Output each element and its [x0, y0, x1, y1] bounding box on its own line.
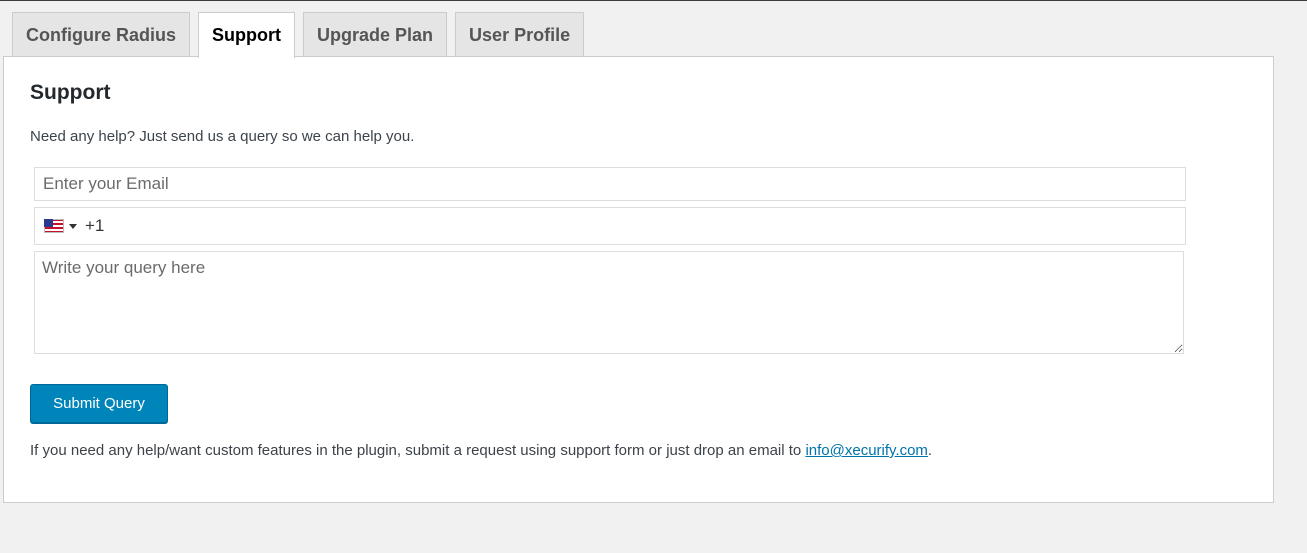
email-field[interactable]: [34, 167, 1186, 201]
page-title: Support: [30, 81, 111, 104]
query-textarea[interactable]: [34, 251, 1184, 354]
top-divider: [0, 0, 1307, 1]
support-description: Need any help? Just send us a query so w…: [30, 128, 415, 145]
support-footer-note: If you need any help/want custom feature…: [30, 442, 932, 459]
tab-configure-radius[interactable]: Configure Radius: [12, 12, 191, 57]
submit-query-button[interactable]: Submit Query: [30, 384, 168, 423]
support-panel: Support Need any help? Just send us a qu…: [3, 56, 1274, 503]
tab-support[interactable]: Support: [198, 12, 296, 58]
country-code-dropdown[interactable]: [35, 208, 77, 244]
support-email-link[interactable]: info@xecurify.com: [805, 442, 927, 459]
caret-down-icon: [69, 223, 77, 229]
tab-upgrade-plan[interactable]: Upgrade Plan: [303, 12, 448, 57]
phone-field: [34, 207, 1186, 245]
us-flag-icon: [44, 219, 64, 233]
footer-text: If you need any help/want custom feature…: [30, 442, 806, 459]
footer-period: .: [927, 442, 933, 459]
tab-user-profile[interactable]: User Profile: [455, 12, 585, 57]
phone-input[interactable]: [83, 215, 1137, 237]
tab-bar: Configure Radius Support Upgrade Plan Us…: [12, 12, 585, 58]
